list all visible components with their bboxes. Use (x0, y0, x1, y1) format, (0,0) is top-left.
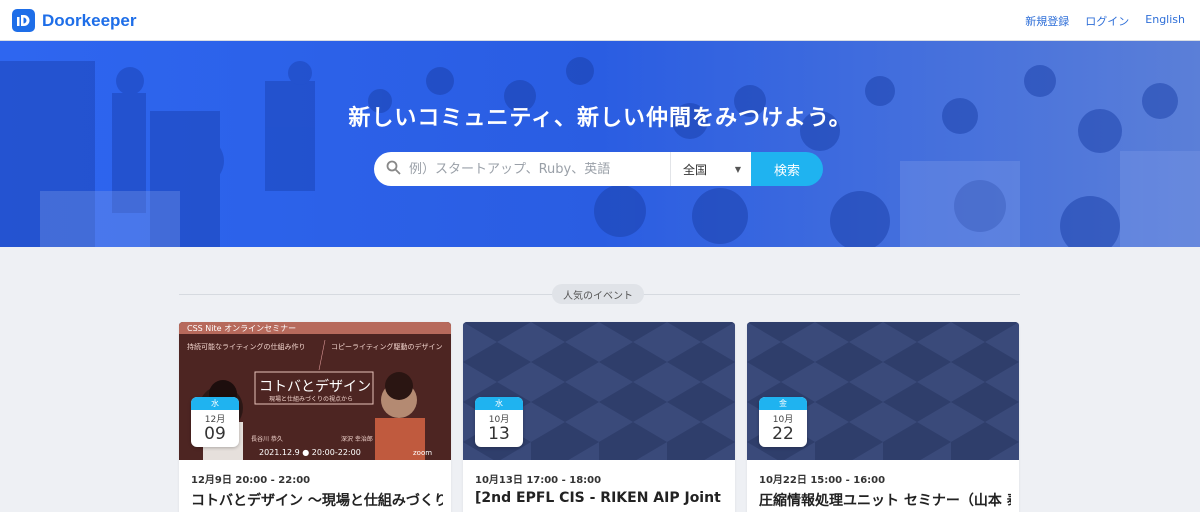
signup-link[interactable]: 新規登録 (1025, 13, 1069, 29)
login-link[interactable]: ログイン (1085, 13, 1129, 29)
event-title[interactable]: [2nd EPFL CIS - RIKEN AIP Joint (475, 490, 727, 506)
badge-weekday: 金 (759, 397, 807, 410)
event-time: 10月22日 15:00 - 16:00 (759, 475, 886, 486)
event-time: 10月13日 17:00 - 18:00 (475, 475, 602, 486)
search-field[interactable] (374, 152, 670, 186)
event-card[interactable]: 金 10月 22 10月22日 15:00 - 16:00 圧縮情報処理ユニット… (747, 322, 1019, 512)
event-card[interactable]: 水 10月 13 10月13日 17:00 - 18:00 [2nd EPFL … (463, 322, 735, 512)
date-badge: 金 10月 22 (759, 397, 807, 447)
section-label: 人気のイベント (552, 284, 644, 304)
badge-date: 22 (772, 424, 794, 444)
banner-zoom-label: zoom (413, 449, 433, 457)
banner-center-subtitle: 現場と仕組みづくりの視点から (269, 396, 354, 403)
banner-right-topic: コピーライティング駆動のデザイン (331, 343, 443, 351)
region-select-value: 全国 (683, 162, 708, 177)
language-link[interactable]: English (1145, 13, 1185, 29)
banner-speaker-left: 長谷川 恭久 (251, 436, 283, 443)
doorkeeper-logo-icon (12, 9, 35, 32)
banner-center-title: コトバとデザイン (259, 379, 371, 395)
header-nav: 新規登録 ログイン English (1025, 13, 1185, 29)
event-title[interactable]: 圧縮情報処理ユニット セミナー（山本 泰 (759, 490, 1011, 510)
hero-banner: 新しいコミュニティ、新しい仲間をみつけよう。 全国 ▼ 検索 (0, 41, 1200, 247)
event-title[interactable]: コトバとデザイン 〜現場と仕組みづくり (191, 490, 443, 510)
banner-date-line: 2021.12.9 ● 20:00-22:00 (259, 448, 361, 457)
chevron-down-icon: ▼ (734, 164, 741, 174)
hero-title: 新しいコミュニティ、新しい仲間をみつけよう。 (348, 106, 852, 131)
logo-text: Doorkeeper (42, 10, 137, 30)
badge-date: 09 (204, 424, 226, 444)
date-badge: 水 10月 13 (475, 397, 523, 447)
region-select[interactable]: 全国 ▼ (670, 152, 751, 186)
logo[interactable]: Doorkeeper (12, 9, 136, 32)
event-image: 金 10月 22 (747, 322, 1019, 460)
search-input[interactable] (409, 161, 659, 177)
badge-weekday: 水 (191, 397, 239, 410)
search-form: 全国 ▼ 検索 (374, 152, 823, 186)
event-time: 12月9日 20:00 - 22:00 (191, 475, 311, 486)
badge-weekday: 水 (475, 397, 523, 410)
search-button[interactable]: 検索 (751, 152, 823, 186)
site-header: Doorkeeper 新規登録 ログイン English (0, 0, 1200, 41)
hero-background-photo (0, 41, 1200, 247)
banner-speaker-right: 深沢 幸治郎 (341, 436, 373, 443)
banner-left-topic: 持続可能なライティングの仕組み作り (187, 343, 306, 351)
date-badge: 水 12月 09 (191, 397, 239, 447)
search-icon (386, 160, 401, 179)
event-image: CSS Nite オンラインセミナー 持続可能なライティングの仕組み作り コピー… (179, 322, 451, 460)
event-card[interactable]: CSS Nite オンラインセミナー 持続可能なライティングの仕組み作り コピー… (179, 322, 451, 512)
event-image: 水 10月 13 (463, 322, 735, 460)
banner-header: CSS Nite オンラインセミナー (187, 324, 297, 333)
badge-date: 13 (488, 424, 510, 444)
